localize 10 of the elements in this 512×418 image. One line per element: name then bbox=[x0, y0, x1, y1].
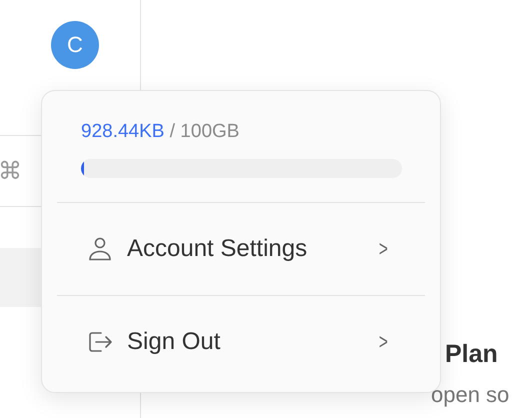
shortcut-key: ⌘ bbox=[0, 157, 22, 185]
plan-heading: Plan bbox=[445, 340, 498, 369]
plan-description: open so bbox=[431, 382, 510, 408]
chevron-icon: > bbox=[379, 236, 388, 262]
menu-item[interactable]: Sign Out > bbox=[57, 296, 425, 388]
sign-out-icon bbox=[87, 329, 113, 355]
menu-item[interactable]: Account Settings > bbox=[57, 203, 425, 295]
person-icon bbox=[87, 236, 113, 262]
storage-usage: 928.44KB / 100GB bbox=[81, 121, 240, 143]
chevron-icon: > bbox=[379, 329, 388, 355]
